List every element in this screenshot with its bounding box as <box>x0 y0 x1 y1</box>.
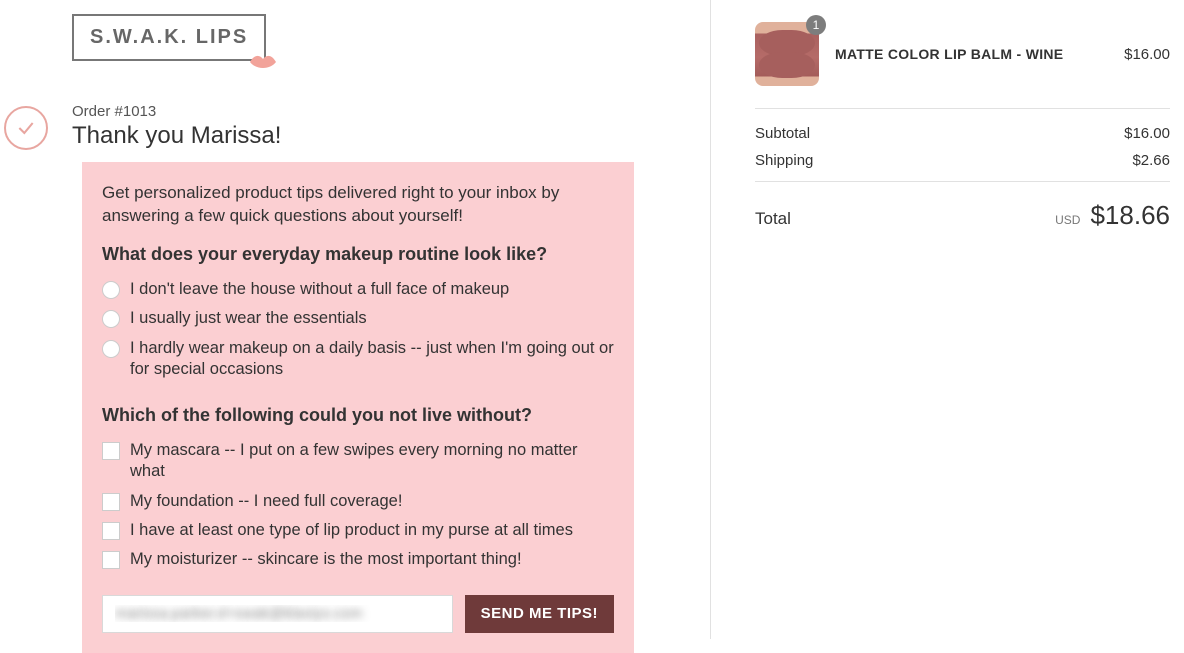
lips-icon <box>248 53 278 71</box>
brand-name: S.W.A.K. LIPS <box>72 14 266 61</box>
divider <box>755 181 1170 182</box>
q2-check-0[interactable] <box>102 442 120 460</box>
divider <box>755 108 1170 109</box>
shipping-value: $2.66 <box>1132 152 1170 169</box>
order-number: Order #1013 <box>72 103 710 120</box>
thank-you-heading: Thank you Marissa! <box>72 122 710 150</box>
q1-option-label: I usually just wear the essentials <box>130 308 367 329</box>
total-amount: $18.66 <box>1090 200 1170 231</box>
product-thumbnail: 1 <box>755 22 819 86</box>
q1-radio-2[interactable] <box>102 340 120 358</box>
product-name: MATTE COLOR LIP BALM - WINE <box>835 46 1108 62</box>
q1-option-label: I hardly wear makeup on a daily basis --… <box>130 338 614 381</box>
success-check-icon <box>4 106 48 150</box>
q1-radio-0[interactable] <box>102 281 120 299</box>
q1-option-label: I don't leave the house without a full f… <box>130 279 509 300</box>
q2-option-label: My mascara -- I put on a few swipes ever… <box>130 440 614 483</box>
email-field[interactable] <box>102 595 453 633</box>
survey-intro: Get personalized product tips delivered … <box>102 182 614 228</box>
q2-check-2[interactable] <box>102 522 120 540</box>
q1-radio-1[interactable] <box>102 310 120 328</box>
q2-option-label: My moisturizer -- skincare is the most i… <box>130 549 522 570</box>
subtotal-label: Subtotal <box>755 125 810 142</box>
product-price: $16.00 <box>1124 46 1170 63</box>
currency-code: USD <box>1055 213 1080 227</box>
quantity-badge: 1 <box>806 15 826 35</box>
survey-q1: What does your everyday makeup routine l… <box>102 244 614 265</box>
subtotal-value: $16.00 <box>1124 125 1170 142</box>
send-tips-button[interactable]: SEND ME TIPS! <box>465 595 614 633</box>
total-label: Total <box>755 209 791 229</box>
q2-option-label: My foundation -- I need full coverage! <box>130 491 402 512</box>
survey-q2: Which of the following could you not liv… <box>102 405 614 426</box>
q2-check-1[interactable] <box>102 493 120 511</box>
q2-option-label: I have at least one type of lip product … <box>130 520 573 541</box>
survey-panel: Get personalized product tips delivered … <box>82 162 634 653</box>
shipping-label: Shipping <box>755 152 813 169</box>
q2-check-3[interactable] <box>102 551 120 569</box>
brand-logo: S.W.A.K. LIPS <box>72 14 266 61</box>
order-summary: 1 MATTE COLOR LIP BALM - WINE $16.00 Sub… <box>710 0 1184 639</box>
